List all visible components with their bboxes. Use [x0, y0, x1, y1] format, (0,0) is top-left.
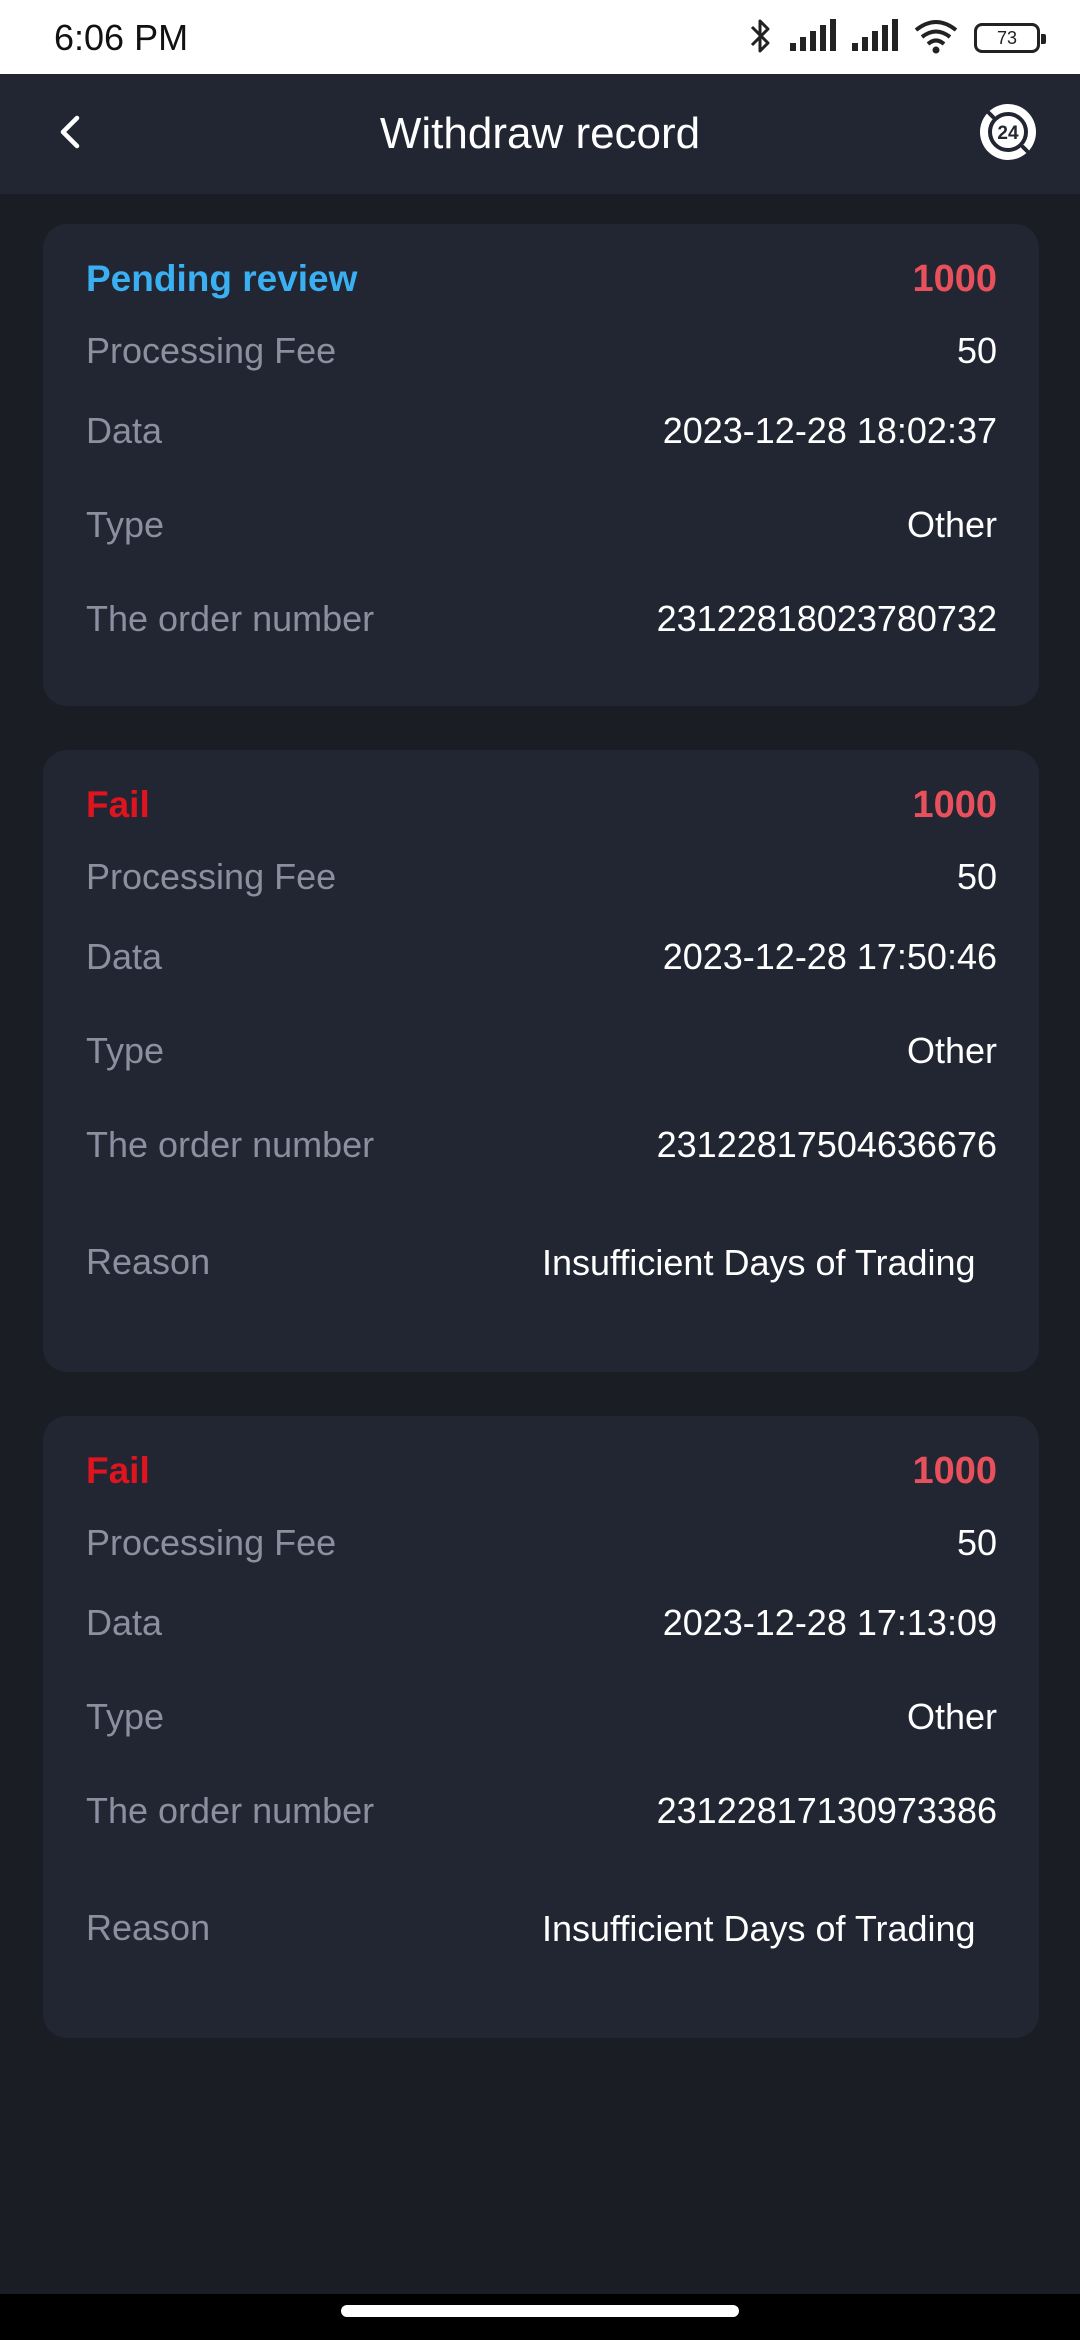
order-label: The order number: [86, 1790, 375, 1831]
type-value: Other: [906, 504, 997, 545]
reason-row: Reason Insufficient Days of Trading: [86, 1858, 997, 1998]
order-value: 23122818023780732: [656, 598, 997, 639]
type-label: Type: [86, 1030, 165, 1071]
status-time: 6:06 PM: [54, 17, 189, 58]
fee-label: Processing Fee: [86, 330, 337, 371]
back-button[interactable]: [40, 104, 100, 164]
app-header: Withdraw record 24: [0, 74, 1080, 194]
amount: 1000: [912, 783, 997, 826]
status-pending: Pending review: [86, 258, 358, 299]
fee-row: Processing Fee 50: [86, 318, 997, 384]
type-label: Type: [86, 1696, 165, 1737]
type-label: Type: [86, 504, 165, 545]
date-label: Data: [86, 1602, 163, 1643]
signal-icon: [788, 18, 836, 58]
signal-icon-2: [850, 18, 898, 58]
type-row: Type Other: [86, 1670, 997, 1764]
home-indicator[interactable]: [341, 2305, 739, 2317]
date-label: Data: [86, 936, 163, 977]
order-row: The order number 23122817504636676: [86, 1098, 997, 1192]
reason-label: Reason: [86, 1241, 211, 1282]
date-value: 2023-12-28 17:50:46: [662, 936, 997, 977]
reason-label: Reason: [86, 1907, 211, 1948]
record-card[interactable]: Fail 1000 Processing Fee 50 Data 2023-12…: [43, 750, 1039, 1372]
type-value: Other: [906, 1696, 997, 1737]
date-value: 2023-12-28 18:02:37: [662, 410, 997, 451]
record-head: Fail 1000: [86, 780, 997, 830]
order-label: The order number: [86, 598, 375, 639]
record-head: Fail 1000: [86, 1446, 997, 1496]
amount: 1000: [912, 257, 997, 300]
date-value: 2023-12-28 17:13:09: [662, 1602, 997, 1643]
order-label: The order number: [86, 1124, 375, 1165]
fee-value: 50: [956, 1522, 997, 1563]
support-24h-button[interactable]: 24: [978, 103, 1038, 166]
type-value: Other: [906, 1030, 997, 1071]
reason-row: Reason Insufficient Days of Trading: [86, 1192, 997, 1332]
withdraw-record-list: Pending review 1000 Processing Fee 50 Da…: [43, 224, 1039, 2082]
date-row: Data 2023-12-28 17:50:46: [86, 910, 997, 1004]
wifi-icon: [912, 18, 960, 59]
fee-value: 50: [956, 330, 997, 371]
battery-icon: 73: [974, 23, 1046, 53]
order-value: 23122817504636676: [656, 1124, 997, 1165]
fee-value: 50: [956, 856, 997, 897]
type-row: Type Other: [86, 1004, 997, 1098]
bluetooth-icon: [748, 17, 774, 60]
date-row: Data 2023-12-28 18:02:37: [86, 384, 997, 478]
record-card[interactable]: Fail 1000 Processing Fee 50 Data 2023-12…: [43, 1416, 1039, 2038]
fee-label: Processing Fee: [86, 1522, 337, 1563]
status-icons: 73: [748, 17, 1046, 60]
record-head: Pending review 1000: [86, 254, 997, 304]
fee-row: Processing Fee 50: [86, 1510, 997, 1576]
system-nav-bar: [0, 2294, 1080, 2340]
reason-value: Insufficient Days of Trading: [542, 1241, 976, 1283]
date-row: Data 2023-12-28 17:13:09: [86, 1576, 997, 1670]
order-row: The order number 23122817130973386: [86, 1764, 997, 1858]
reason-value: Insufficient Days of Trading: [542, 1907, 976, 1949]
svg-text:24: 24: [997, 123, 1019, 144]
status-bar: 6:06 PM 73: [0, 0, 1080, 74]
fee-row: Processing Fee 50: [86, 844, 997, 910]
fee-label: Processing Fee: [86, 856, 337, 897]
amount: 1000: [912, 1449, 997, 1492]
status-fail: Fail: [86, 784, 150, 825]
status-fail: Fail: [86, 1450, 150, 1491]
order-value: 23122817130973386: [656, 1790, 997, 1831]
record-card[interactable]: Pending review 1000 Processing Fee 50 Da…: [43, 224, 1039, 706]
order-row: The order number 23122818023780732: [86, 572, 997, 666]
type-row: Type Other: [86, 478, 997, 572]
date-label: Data: [86, 410, 163, 451]
support-24h-icon: 24: [979, 103, 1037, 166]
page-title: Withdraw record: [379, 109, 701, 158]
chevron-left-icon: [55, 112, 85, 157]
